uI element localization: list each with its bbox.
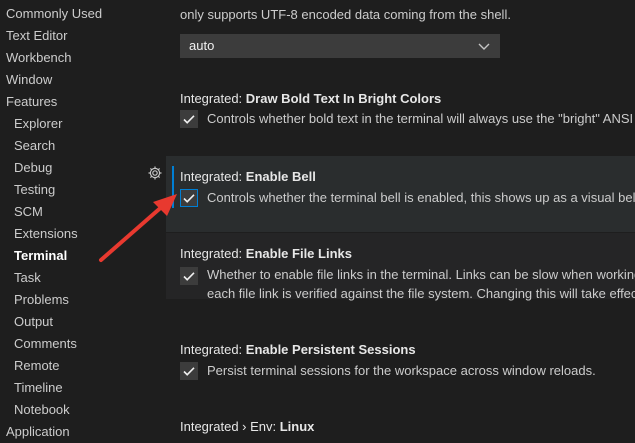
toc-item-text-editor[interactable]: Text Editor — [6, 25, 67, 47]
toc-item-timeline[interactable]: Timeline — [14, 377, 63, 399]
toc-item-workbench[interactable]: Workbench — [6, 47, 72, 69]
chevron-down-icon — [477, 35, 491, 64]
toc-item-window[interactable]: Window — [6, 69, 52, 91]
checkbox-persistent[interactable] — [180, 362, 198, 380]
toc-item-scm[interactable]: SCM — [14, 201, 43, 223]
toc-item-output[interactable]: Output — [14, 311, 53, 333]
toc-item-notebook[interactable]: Notebook — [14, 399, 70, 421]
dropdown-select[interactable]: auto — [180, 34, 500, 58]
setting-title-bold-bright: Integrated: Draw Bold Text In Bright Col… — [180, 91, 442, 106]
setting-description-file-links-2: each file link is verified against the f… — [207, 286, 635, 301]
check-icon — [183, 272, 195, 281]
setting-title-env-linux: Integrated › Env: Linux — [180, 419, 315, 434]
check-icon — [183, 115, 195, 124]
gear-icon[interactable] — [147, 165, 163, 181]
setting-row-file-links: Integrated: Enable File Links Whether to… — [166, 233, 635, 301]
dropdown-value: auto — [189, 38, 215, 53]
setting-row-enable-bell: Integrated: Enable Bell Controls whether… — [166, 156, 635, 232]
red-arrow-annotation — [95, 190, 185, 270]
toc-item-debug[interactable]: Debug — [14, 157, 52, 179]
setting-title-file-links: Integrated: Enable File Links — [180, 246, 352, 261]
setting-description-enable-bell: Controls whether the terminal bell is en… — [207, 190, 635, 205]
check-icon — [183, 367, 195, 376]
toc-item-explorer[interactable]: Explorer — [14, 113, 62, 135]
toc-item-features[interactable]: Features — [6, 91, 57, 113]
setting-title-enable-bell: Integrated: Enable Bell — [180, 169, 316, 184]
toc-item-commonly-used[interactable]: Commonly Used — [6, 3, 102, 25]
toc-item-remote[interactable]: Remote — [14, 355, 60, 377]
toc-item-terminal[interactable]: Terminal — [14, 245, 67, 267]
toc-item-testing[interactable]: Testing — [14, 179, 55, 201]
setting-description: only supports UTF-8 encoded data coming … — [180, 7, 511, 22]
setting-description-bold-bright: Controls whether bold text in the termin… — [207, 111, 634, 126]
toc-item-task[interactable]: Task — [14, 267, 41, 289]
toc-item-comments[interactable]: Comments — [14, 333, 77, 355]
toc-item-search[interactable]: Search — [14, 135, 55, 157]
toc-item-application[interactable]: Application — [6, 421, 70, 443]
setting-description-file-links-1: Whether to enable file links in the term… — [207, 267, 635, 282]
setting-title-persistent: Integrated: Enable Persistent Sessions — [180, 342, 416, 357]
settings-list: only supports UTF-8 encoded data coming … — [166, 0, 635, 434]
toc-item-extensions[interactable]: Extensions — [14, 223, 78, 245]
setting-description-persistent: Persist terminal sessions for the worksp… — [207, 363, 596, 378]
checkbox-bold-bright[interactable] — [180, 110, 198, 128]
toc-item-problems[interactable]: Problems — [14, 289, 69, 311]
